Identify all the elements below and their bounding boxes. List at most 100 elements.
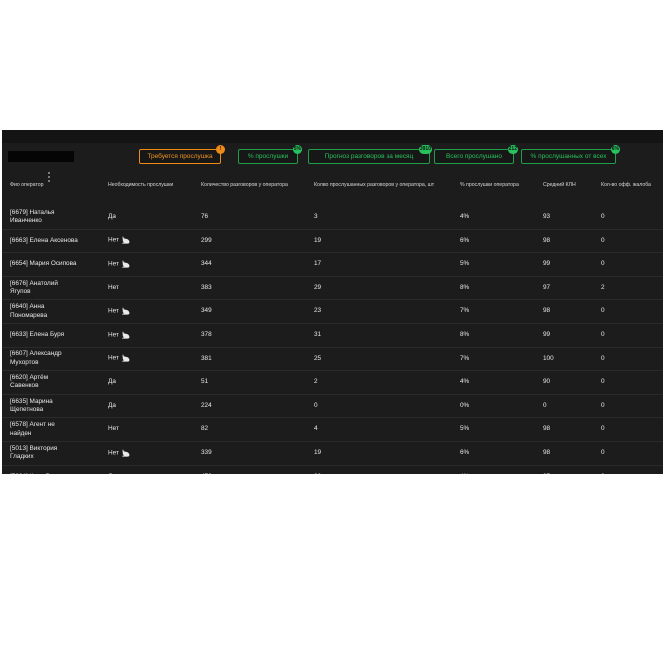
listening-percent-text: 5% <box>460 260 470 268</box>
need-listening: Да <box>108 206 201 230</box>
complaints-count: 0 <box>601 323 663 348</box>
rabbit-icon <box>121 307 130 315</box>
need-listening-text: Да <box>108 213 116 221</box>
rabbit-icon <box>121 354 130 362</box>
avg-kln-text: 97 <box>543 283 551 291</box>
header-operator[interactable]: Фио оператор <box>2 177 108 206</box>
listened-count: 17 <box>314 252 460 277</box>
listening-percent-text: 6% <box>460 448 470 456</box>
operator-name: [6676] Анатолий Ягупов <box>2 276 108 301</box>
listening-percent: 5% <box>460 252 543 277</box>
listening-percent-text: 4% <box>460 378 470 386</box>
avg-kln: 98 <box>543 441 601 466</box>
complaints-count: 0 <box>601 252 663 277</box>
header-need-listening[interactable]: Необходимость прослушки <box>108 177 201 206</box>
avg-kln-text: 93 <box>543 213 551 221</box>
need-listening: Нет <box>108 441 201 466</box>
listened-count-text: 20 <box>314 473 321 474</box>
table-row[interactable]: [6620] Артём Савенков Да 51 2 4% 90 0 <box>2 370 663 395</box>
listening-percent: 5% <box>460 417 543 442</box>
complaints-count-text: 2 <box>601 283 605 291</box>
table-row[interactable]: [6633] Елена Буря Нет 378 31 8% 99 0 <box>2 323 663 348</box>
need-listening-text: Нет <box>108 449 119 457</box>
tab-requires-listening[interactable]: Требуется прослушка ! <box>139 145 225 164</box>
operators-table: Фио оператор Необходимость прослушки Кол… <box>2 177 663 474</box>
tab-listening-percent[interactable]: % прослушки 5% <box>238 145 302 164</box>
header-listened-count[interactable]: Колво прослушанных разговоров у оператор… <box>314 177 460 206</box>
listened-count: 2 <box>314 370 460 395</box>
operator-name: [6578] Агент не найден <box>2 417 108 442</box>
tab-monthly-forecast[interactable]: Прогноз разговоров за месяц 3910 <box>308 145 432 164</box>
table-row[interactable]: [5013] Виктория Гладких Нет 339 19 6% 98 0 <box>2 441 663 466</box>
tab-listened-of-all[interactable]: % прослушанных от всех 6% <box>521 145 620 164</box>
complaints-count-text: 0 <box>601 307 605 315</box>
call-count-text: 381 <box>201 354 212 362</box>
avg-kln-text: 99 <box>543 331 551 339</box>
avg-kln-text: 98 <box>543 448 551 456</box>
complaints-count: 0 <box>601 347 663 372</box>
avg-kln-text: 99 <box>543 260 551 268</box>
avg-kln: 97 <box>543 276 601 301</box>
table-row[interactable]: [6654] Мария Осипова Нет 344 17 5% 99 0 <box>2 252 663 277</box>
operator-name-text: [6635] Марина Щепетнова <box>10 397 53 414</box>
call-count-text: 472 <box>201 473 212 474</box>
dashboard-panel: Требуется прослушка ! % прослушки 5% Про… <box>2 130 663 474</box>
header-listening-percent[interactable]: % прослушки оператора <box>460 177 543 206</box>
listened-count-text: 29 <box>314 283 322 291</box>
listened-count: 31 <box>314 323 460 348</box>
call-count: 349 <box>201 299 314 324</box>
top-bar <box>2 130 663 143</box>
complaints-count-text: 0 <box>601 354 605 362</box>
complaints-count: 0 <box>601 394 663 419</box>
table-row[interactable]: [6640] Анна Пономарева Нет 349 23 7% 98 0 <box>2 299 663 324</box>
table-row[interactable]: [6635] Марина Щепетнова Да 224 0 0% 0 0 <box>2 394 663 419</box>
need-listening-text: Да <box>108 378 116 386</box>
table-row[interactable]: [6607] Александр Мухортов Нет 381 25 7% 100 0 <box>2 347 663 372</box>
avg-kln-text: 90 <box>543 378 551 386</box>
table-row[interactable]: [6663] Елена Аксенова Нет 299 19 6% 98 0 <box>2 229 663 254</box>
avg-kln-text: 100 <box>543 354 554 362</box>
table-row[interactable]: [7304] Кира Власова Да 472 20 4% 97 0 <box>2 465 663 474</box>
operator-name: [6654] Мария Осипова <box>2 252 108 277</box>
avg-kln-text: 98 <box>543 307 551 315</box>
header-avg-kln[interactable]: Средний КЛН <box>543 177 601 206</box>
tab-label: % прослушанных от всех <box>530 153 607 160</box>
header-complaints[interactable]: Кол-во офф. жалоба <box>601 177 663 206</box>
call-count: 383 <box>201 276 314 301</box>
complaints-count-text: 0 <box>601 473 605 474</box>
need-listening-text: Нет <box>108 283 119 291</box>
header-call-count[interactable]: Количество разговоров у оператора <box>201 177 314 206</box>
call-count: 339 <box>201 441 314 466</box>
listening-percent: 4% <box>460 370 543 395</box>
call-count-text: 378 <box>201 331 212 339</box>
need-listening-text: Нет <box>108 307 119 315</box>
need-listening: Нет <box>108 417 201 442</box>
operator-name-text: [7304] Кира Власова <box>10 473 71 474</box>
table-row[interactable]: [6679] Наталья Иванченко Да 76 3 4% 93 0 <box>2 206 663 230</box>
call-count: 76 <box>201 206 314 230</box>
complaints-count: 0 <box>601 229 663 254</box>
operator-name-text: [5013] Виктория Гладких <box>10 444 58 461</box>
complaints-count: 0 <box>601 206 663 230</box>
complaints-count: 0 <box>601 465 663 474</box>
operator-name: [6640] Анна Пономарева <box>2 299 108 324</box>
listened-count: 25 <box>314 347 460 372</box>
redacted-title <box>8 151 74 162</box>
listened-count: 4 <box>314 417 460 442</box>
complaints-count-text: 0 <box>601 331 605 339</box>
listening-percent-text: 8% <box>460 283 470 291</box>
tab-total-listened[interactable]: Всего прослушано 212 <box>434 145 518 164</box>
listened-count: 19 <box>314 441 460 466</box>
avg-kln: 98 <box>543 229 601 254</box>
need-listening: Нет <box>108 323 201 348</box>
table-row[interactable]: [6578] Агент не найден Нет 82 4 5% 98 0 <box>2 417 663 442</box>
avg-kln: 99 <box>543 323 601 348</box>
tab-label: Прогноз разговоров за месяц <box>324 153 414 160</box>
listening-percent: 6% <box>460 229 543 254</box>
listening-percent: 8% <box>460 276 543 301</box>
listened-count-text: 19 <box>314 236 322 244</box>
rabbit-icon <box>121 448 130 457</box>
listened-count-text: 31 <box>314 331 322 339</box>
table-row[interactable]: [6676] Анатолий Ягупов Нет 383 29 8% 97 2 <box>2 276 663 301</box>
need-listening: Да <box>108 465 201 474</box>
